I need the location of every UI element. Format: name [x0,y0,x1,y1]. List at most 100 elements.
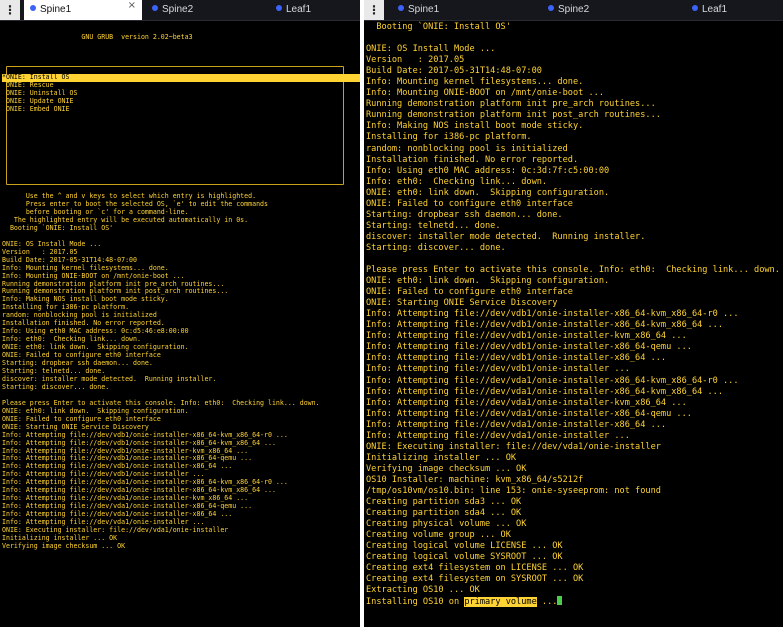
console-line: Creating partition sda3 ... OK [366,497,522,508]
console-line: Info: Attempting file://dev/vdb1/onie-in… [366,320,723,331]
tab-spine1[interactable]: Spine1 × [24,0,142,20]
console-line: Info: Mounting kernel filesystems... don… [366,77,584,88]
console-line: random: nonblocking pool is initialized [366,143,568,154]
menu-icon[interactable]: ⋮ [0,0,20,20]
console-line: Info: Making NOS install boot mode stick… [366,121,584,132]
status-dot-icon [692,5,698,11]
console-line: Starting: discover... done. [366,242,506,253]
tab-leaf1[interactable]: Leaf1 [686,0,766,20]
left-terminal-pane[interactable]: ⋮ Spine1 × Spine2 Leaf1 GNU GRUB version… [0,0,360,627]
console-line: Info: Attempting file://dev/vdb1/onie-in… [366,331,687,342]
console-line: /tmp/os10vm/os10.bin: line 153: onie-sys… [366,485,661,496]
tab-label: Leaf1 [702,4,728,15]
tab-spine1[interactable]: Spine1 [392,0,502,20]
tab-label: Spine2 [162,4,194,15]
status-dot-icon [152,5,158,11]
tab-leaf1[interactable]: Leaf1 [270,0,350,20]
console-line: Starting: dropbear ssh daemon... done. [366,209,563,220]
console-line: ONIE: OS Install Mode ... [366,44,496,55]
console-line: OS10 Installer: machine: kvm_x86_64/s521… [366,474,584,485]
console-line: Starting: telnetd... done. [366,220,501,231]
tab-spine2[interactable]: Spine2 [542,0,642,20]
console-line: Creating volume group ... OK [366,530,511,541]
left-tab-bar: ⋮ Spine1 × Spine2 Leaf1 [0,0,360,21]
console-line: Info: Attempting file://dev/vda1/onie-in… [366,408,692,419]
close-icon[interactable]: × [128,0,136,11]
console-line: GNU GRUB version 2.02~beta3 [2,32,193,41]
console-line: Initializing installer ... OK [366,452,517,463]
console-text: ... [536,597,558,608]
console-line: Please press Enter to activate this cons… [366,265,780,276]
console-line: Info: Attempting file://dev/vda1/onie-in… [366,386,723,397]
console-line: ONIE: Failed to configure eth0 interface [366,198,573,209]
console-line: Creating partition sda4 ... OK [366,508,522,519]
highlighted-text: primary volume [464,597,537,608]
console-line: Creating ext4 filesystem on SYSROOT ... … [366,574,584,585]
console-line: ONIE: Executing installer: file://dev/vd… [366,441,661,452]
right-tab-bar: ⋮ Spine1 Spine2 Leaf1 [364,0,783,21]
tab-label: Spine2 [558,4,590,15]
console-line: Running demonstration platform init pre_… [366,99,656,110]
console-line: Starting: discover... done. [2,382,110,391]
console-line: Info: Attempting file://dev/vda1/onie-in… [366,397,687,408]
right-terminal-pane[interactable]: ⋮ Spine1 Spine2 Leaf1 Booting `ONIE: Ins… [364,0,783,627]
status-dot-icon [548,5,554,11]
tab-label: Spine1 [40,4,72,15]
console-line: Info: Mounting ONIE-BOOT on /mnt/onie-bo… [366,88,604,99]
console-line: Verifying image checksum ... OK [366,463,527,474]
console-line: Creating physical volume ... OK [366,519,527,530]
console-line: Running demonstration platform init post… [366,110,661,121]
console-line: Info: Attempting file://dev/vdb1/onie-in… [366,309,739,320]
console-line: Creating logical volume SYSROOT ... OK [366,552,563,563]
console-line: Installing for i386-pc platform. [366,132,532,143]
console-line: Info: Attempting file://dev/vda1/onie-in… [366,419,667,430]
terminal-output[interactable]: Booting `ONIE: Install OS' ONIE: OS Inst… [364,22,783,627]
console-line: Verifying image checksum ... OK [2,541,126,550]
console-line: Booting `ONIE: Install OS' [2,223,114,232]
menu-icon[interactable]: ⋮ [364,0,384,20]
console-line: ONIE: Embed ONIE [2,104,70,113]
console-line: Info: Attempting file://dev/vda1/onie-in… [366,430,630,441]
tab-label: Spine1 [408,4,440,15]
console-line: Booting `ONIE: Install OS' [366,22,511,32]
tab-label: Leaf1 [286,4,312,15]
status-dot-icon [398,5,404,11]
console-line-current: Installing OS10 on primary volume ... [366,596,783,608]
console-line: Build Date: 2017-05-31T14:48-07:00 [366,66,542,77]
console-line: Info: Using eth0 MAC address: 0c:3d:7f:c… [366,165,610,176]
console-line: Info: Attempting file://dev/vda1/onie-in… [366,375,739,386]
console-line: Extracting OS10 ... OK [366,585,480,596]
cursor-icon [557,596,563,606]
console-line: *ONIE: Install OS [2,73,360,82]
terminal-output[interactable]: GNU GRUB version 2.02~beta3 *ONIE: Insta… [0,26,360,627]
console-line: Info: Attempting file://dev/vdb1/onie-in… [366,342,692,353]
status-dot-icon [30,5,36,11]
status-dot-icon [276,5,282,11]
console-line: ONIE: Starting ONIE Service Discovery [366,298,558,309]
console-line: Info: Attempting file://dev/vdb1/onie-in… [366,364,630,375]
tab-spine2[interactable]: Spine2 [146,0,246,20]
console-line: Version : 2017.05 [366,55,465,66]
console-line: Creating logical volume LICENSE ... OK [366,541,563,552]
console-line: Creating ext4 filesystem on LICENSE ... … [366,563,584,574]
console-line: Installation finished. No error reported… [366,154,579,165]
console-line: Info: Attempting file://dev/vdb1/onie-in… [366,353,667,364]
console-line: discover: installer mode detected. Runni… [366,231,646,242]
console-line: ONIE: Failed to configure eth0 interface [366,287,573,298]
console-line: ONIE: eth0: link down. Skipping configur… [366,276,610,287]
console-text: Installing OS10 on [366,597,465,608]
